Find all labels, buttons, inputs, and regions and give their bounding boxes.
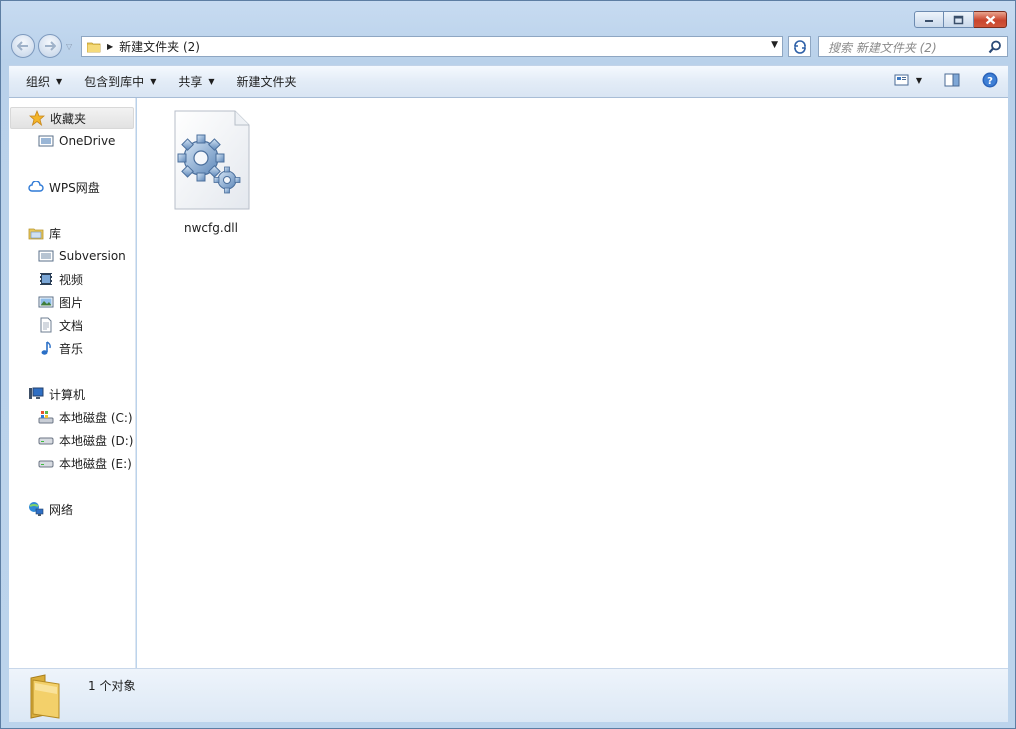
nav-item-subversion[interactable]: Subversion: [38, 245, 126, 267]
forward-button[interactable]: [38, 34, 62, 58]
file-name: nwcfg.dll: [184, 221, 238, 235]
nav-item-videos[interactable]: 视频: [38, 268, 83, 290]
address-bar[interactable]: ▶ 新建文件夹 (2) ▼: [81, 36, 783, 57]
dropdown-arrow-icon: ▼: [56, 77, 63, 86]
onedrive-icon: [38, 133, 54, 149]
star-icon: [29, 110, 45, 126]
organize-button[interactable]: 组织 ▼: [17, 70, 71, 94]
music-note-icon: [38, 340, 54, 356]
preview-pane-icon[interactable]: [944, 73, 960, 87]
back-button[interactable]: [11, 34, 35, 58]
dropdown-arrow-icon: ▼: [208, 77, 215, 86]
library-icon: [28, 225, 44, 241]
subversion-library-icon: [38, 248, 54, 264]
nav-label: 本地磁盘 (D:): [59, 433, 134, 448]
nav-item-computer[interactable]: 计算机: [28, 383, 85, 405]
computer-icon: [28, 386, 44, 402]
search-input[interactable]: [826, 38, 985, 57]
nav-item-pictures[interactable]: 图片: [38, 291, 83, 313]
back-arrow-icon: [17, 41, 28, 51]
change-view-icon[interactable]: [894, 73, 910, 87]
maximize-icon: [953, 15, 964, 24]
navigation-row: ▽ ▶ 新建文件夹 (2) ▼: [9, 34, 1008, 60]
address-history-dropdown-icon[interactable]: ▼: [771, 40, 778, 50]
hard-drive-icon: [38, 455, 54, 471]
recent-pages-dropdown[interactable]: ▽: [66, 42, 72, 51]
folder-large-icon: [30, 674, 60, 719]
refresh-icon: [793, 39, 806, 54]
view-options-dropdown-icon[interactable]: ▼: [916, 76, 922, 85]
nav-label: 音乐: [59, 341, 84, 356]
nav-label: Subversion: [59, 249, 126, 263]
close-icon: [985, 15, 995, 24]
nav-item-drive-c[interactable]: 本地磁盘 (C:): [38, 406, 133, 428]
file-list-pane: nwcfg.dll: [137, 98, 1008, 668]
search-box[interactable]: [818, 36, 1008, 57]
system-drive-icon: [38, 409, 54, 425]
cloud-icon: [28, 179, 44, 195]
explorer-window: ▽ ▶ 新建文件夹 (2) ▼ 组织 ▼ 包含到库中 ▼ 共享 ▼ 新建文件夹: [0, 0, 1016, 729]
nav-item-onedrive[interactable]: OneDrive: [38, 130, 115, 152]
nav-label: WPS网盘: [49, 180, 100, 195]
nav-item-network[interactable]: 网络: [28, 498, 73, 520]
minimize-icon: [925, 19, 933, 22]
network-icon: [28, 501, 44, 517]
folder-icon: [87, 42, 101, 52]
caption-buttons: [914, 11, 1007, 28]
details-pane: 1 个对象: [9, 668, 1008, 722]
nav-label: 收藏夹: [50, 111, 87, 126]
hard-drive-icon: [38, 432, 54, 448]
nav-label: OneDrive: [59, 134, 116, 148]
nav-label: 本地磁盘 (E:): [59, 456, 132, 471]
svg-text:?: ?: [987, 76, 993, 87]
include-in-library-label: 包含到库中: [84, 75, 145, 89]
minimize-button[interactable]: [914, 11, 944, 28]
nav-label: 计算机: [49, 387, 86, 402]
nav-label: 库: [49, 226, 62, 241]
nav-item-drive-e[interactable]: 本地磁盘 (E:): [38, 452, 132, 474]
nav-item-favorites[interactable]: 收藏夹: [10, 107, 134, 129]
file-item[interactable]: nwcfg.dll: [171, 110, 251, 235]
nav-item-wps-drive[interactable]: WPS网盘: [28, 176, 100, 198]
new-folder-label: 新建文件夹: [236, 75, 297, 89]
navigation-pane: 收藏夹 OneDrive WPS网盘 库 Subversion 视频 图片 文档…: [9, 98, 136, 668]
nav-label: 图片: [59, 295, 84, 310]
nav-label: 文档: [59, 318, 84, 333]
nav-item-drive-d[interactable]: 本地磁盘 (D:): [38, 429, 133, 451]
command-bar: 组织 ▼ 包含到库中 ▼ 共享 ▼ 新建文件夹 ▼ ?: [9, 65, 1008, 98]
refresh-button[interactable]: [788, 36, 811, 57]
picture-icon: [38, 294, 54, 310]
toolbar-right-group: ▼ ?: [894, 72, 998, 88]
nav-label: 本地磁盘 (C:): [59, 410, 133, 425]
nav-label: 网络: [49, 502, 74, 517]
object-count: 1 个对象: [88, 679, 136, 693]
new-folder-button[interactable]: 新建文件夹: [228, 70, 306, 94]
dropdown-arrow-icon: ▼: [150, 77, 157, 86]
share-button[interactable]: 共享 ▼: [169, 70, 223, 94]
nav-item-libraries[interactable]: 库: [28, 222, 61, 244]
search-icon[interactable]: [988, 40, 1002, 54]
close-button[interactable]: [974, 11, 1007, 28]
share-label: 共享: [178, 75, 203, 89]
maximize-button[interactable]: [944, 11, 974, 28]
nav-item-music[interactable]: 音乐: [38, 337, 83, 359]
breadcrumb-chevron-icon[interactable]: ▶: [107, 42, 113, 51]
document-icon: [38, 317, 54, 333]
nav-item-documents[interactable]: 文档: [38, 314, 83, 336]
help-icon[interactable]: ?: [982, 72, 998, 88]
forward-arrow-icon: [45, 41, 56, 51]
dll-gear-icon: [174, 110, 250, 210]
nav-label: 视频: [59, 272, 84, 287]
include-in-library-button[interactable]: 包含到库中 ▼: [75, 70, 165, 94]
video-icon: [38, 271, 54, 287]
breadcrumb-current-folder[interactable]: 新建文件夹 (2): [119, 38, 200, 55]
organize-label: 组织: [26, 75, 51, 89]
